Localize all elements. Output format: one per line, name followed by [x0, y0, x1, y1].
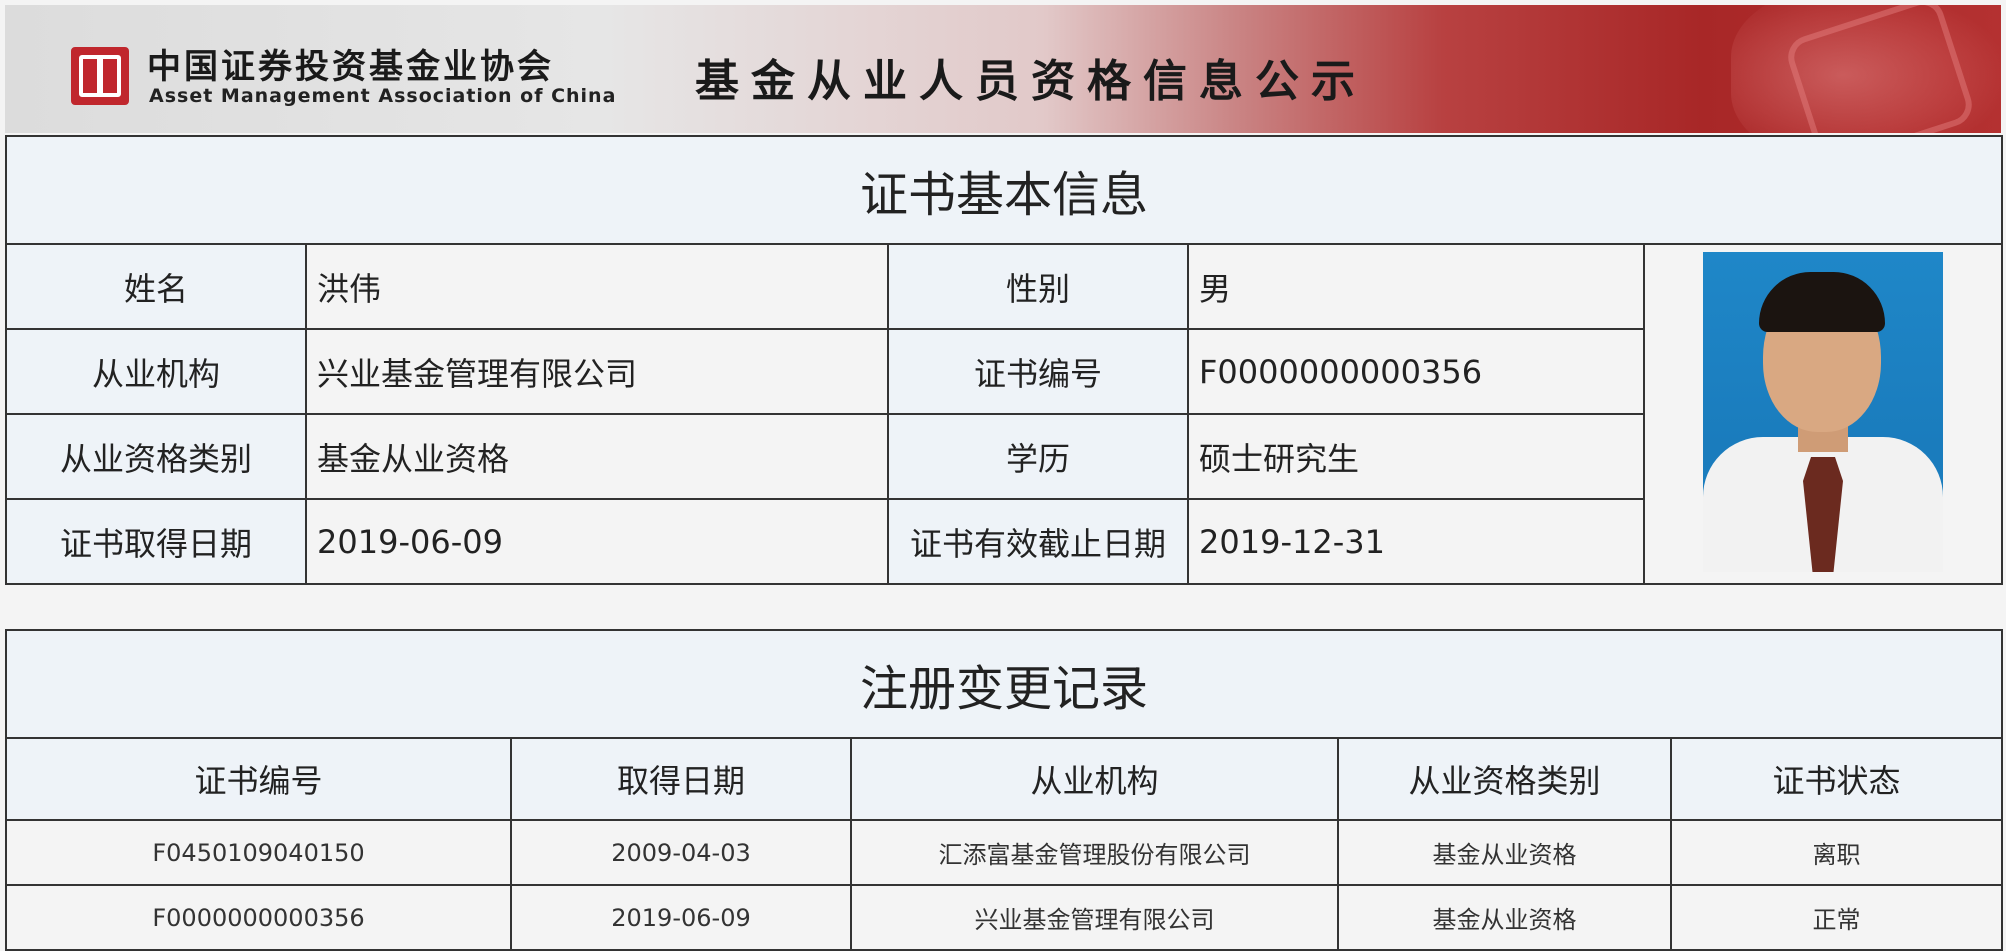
expiry-date-label: 证书有效截止日期 — [887, 498, 1189, 585]
org-name-en: Asset Management Association of China — [149, 85, 617, 107]
obtain-date-label: 证书取得日期 — [5, 498, 307, 585]
basic-info-title: 证书基本信息 — [4, 135, 2004, 245]
table-row: F0000000000356 2019-06-09 兴业基金管理有限公司 基金从… — [5, 884, 2004, 951]
institution-cell: 兴业基金管理有限公司 — [850, 884, 1339, 951]
qualification-cell: 基金从业资格 — [1337, 884, 1672, 951]
column-header: 证书状态 — [1669, 737, 2004, 821]
expiry-date-value: 2019-12-31 — [1187, 498, 1645, 585]
column-header: 从业资格类别 — [1337, 737, 1672, 821]
institution-label: 从业机构 — [5, 328, 307, 415]
gender-label: 性别 — [887, 243, 1189, 330]
cert-no-cell: F0000000000356 — [5, 884, 512, 951]
qualification-value: 基金从业资格 — [305, 413, 889, 500]
status-cell: 正常 — [1669, 884, 2004, 951]
obtain-date-value: 2019-06-09 — [305, 498, 889, 585]
institution-value: 兴业基金管理有限公司 — [305, 328, 889, 415]
education-value: 硕士研究生 — [1187, 413, 1645, 500]
table-row: F0450109040150 2009-04-03 汇添富基金管理股份有限公司 … — [5, 819, 2004, 886]
column-header: 取得日期 — [510, 737, 852, 821]
obtain-date-cell: 2019-06-09 — [510, 884, 852, 951]
change-records-table: 注册变更记录 证书编号 取得日期 从业机构 从业资格类别 证书状态 F04501… — [4, 629, 2004, 951]
cert-no-cell: F0450109040150 — [5, 819, 512, 886]
qualification-cell: 基金从业资格 — [1337, 819, 1672, 886]
cert-no-label: 证书编号 — [887, 328, 1189, 415]
basic-info-table: 证书基本信息 姓名 洪伟 性别 男 从业机构 兴业基金管理有限公司 证书编号 F… — [4, 135, 2004, 585]
person-photo — [1703, 252, 1943, 572]
name-value: 洪伟 — [305, 243, 889, 330]
amac-logo-icon — [71, 47, 129, 105]
qualification-label: 从业资格类别 — [5, 413, 307, 500]
name-label: 姓名 — [5, 243, 307, 330]
org-name-cn: 中国证券投资基金业协会 — [147, 47, 554, 87]
gender-value: 男 — [1187, 243, 1645, 330]
status-cell: 离职 — [1669, 819, 2004, 886]
cert-no-value: F0000000000356 — [1187, 328, 1645, 415]
photo-cell — [1642, 243, 2004, 585]
obtain-date-cell: 2009-04-03 — [510, 819, 852, 886]
column-header: 从业机构 — [850, 737, 1339, 821]
change-records-title: 注册变更记录 — [4, 629, 2004, 739]
page-title: 基金从业人员资格信息公示 — [695, 56, 1367, 107]
institution-cell: 汇添富基金管理股份有限公司 — [850, 819, 1339, 886]
header-banner: 中国证券投资基金业协会 Asset Management Association… — [5, 5, 2001, 133]
column-header: 证书编号 — [5, 737, 512, 821]
table-header-row: 证书编号 取得日期 从业机构 从业资格类别 证书状态 — [5, 737, 2004, 821]
education-label: 学历 — [887, 413, 1189, 500]
